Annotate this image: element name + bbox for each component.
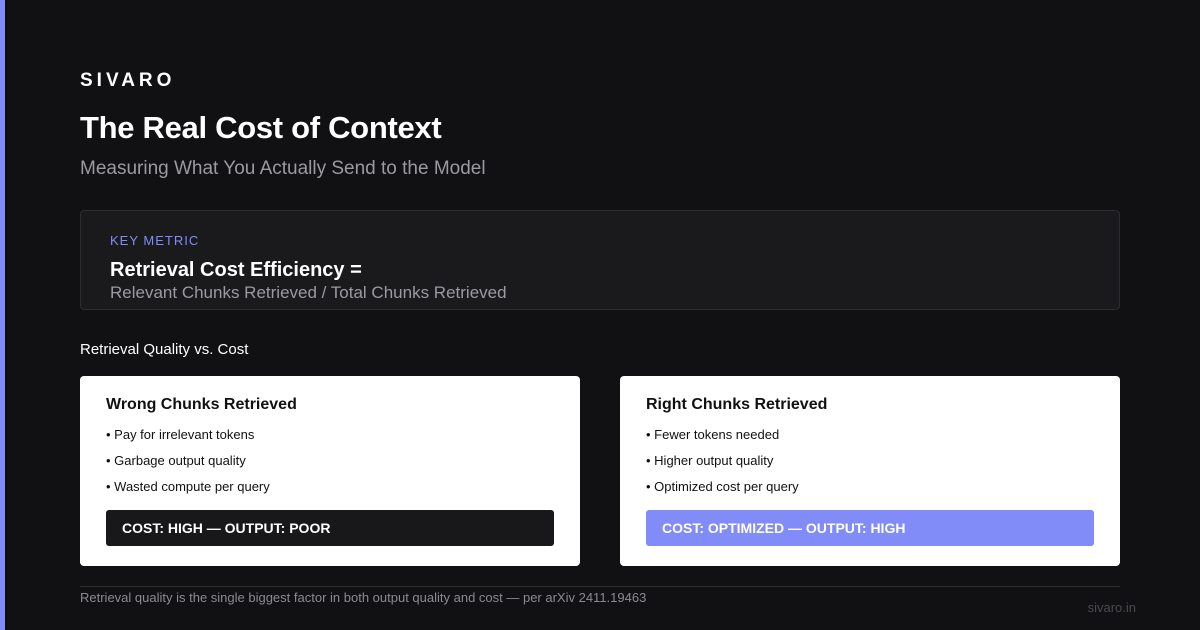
page-subtitle: Measuring What You Actually Send to the …	[80, 158, 486, 179]
metric-definition: Relevant Chunks Retrieved / Total Chunks…	[110, 283, 507, 302]
footer-divider	[80, 586, 1120, 587]
list-item: • Wasted compute per query	[106, 479, 270, 494]
section-label: Retrieval Quality vs. Cost	[80, 341, 249, 358]
key-metric-panel: KEY METRIC Retrieval Cost Efficiency = R…	[80, 210, 1120, 310]
right-chunks-card: Right Chunks Retrieved • Fewer tokens ne…	[620, 376, 1120, 566]
key-metric-label: KEY METRIC	[110, 233, 200, 248]
page-title: The Real Cost of Context	[80, 110, 442, 145]
accent-bar	[0, 0, 5, 630]
verdict-bar: COST: OPTIMIZED — OUTPUT: HIGH	[646, 510, 1094, 546]
footer-note: Retrieval quality is the single biggest …	[80, 590, 647, 605]
brand-logo: SIVARO	[80, 70, 176, 91]
card-list: • Pay for irrelevant tokens • Garbage ou…	[106, 427, 270, 505]
verdict-bar: COST: HIGH — OUTPUT: POOR	[106, 510, 554, 546]
list-item: • Higher output quality	[646, 453, 774, 468]
wrong-chunks-card: Wrong Chunks Retrieved • Pay for irrelev…	[80, 376, 580, 566]
card-title: Right Chunks Retrieved	[646, 396, 828, 413]
footer-domain: sivaro.in	[1087, 600, 1136, 615]
metric-formula: Retrieval Cost Efficiency =	[110, 259, 362, 281]
list-item: • Optimized cost per query	[646, 479, 799, 494]
card-title: Wrong Chunks Retrieved	[106, 396, 297, 413]
list-item: • Fewer tokens needed	[646, 427, 780, 442]
card-list: • Fewer tokens needed • Higher output qu…	[646, 427, 799, 505]
list-item: • Pay for irrelevant tokens	[106, 427, 255, 442]
list-item: • Garbage output quality	[106, 453, 246, 468]
